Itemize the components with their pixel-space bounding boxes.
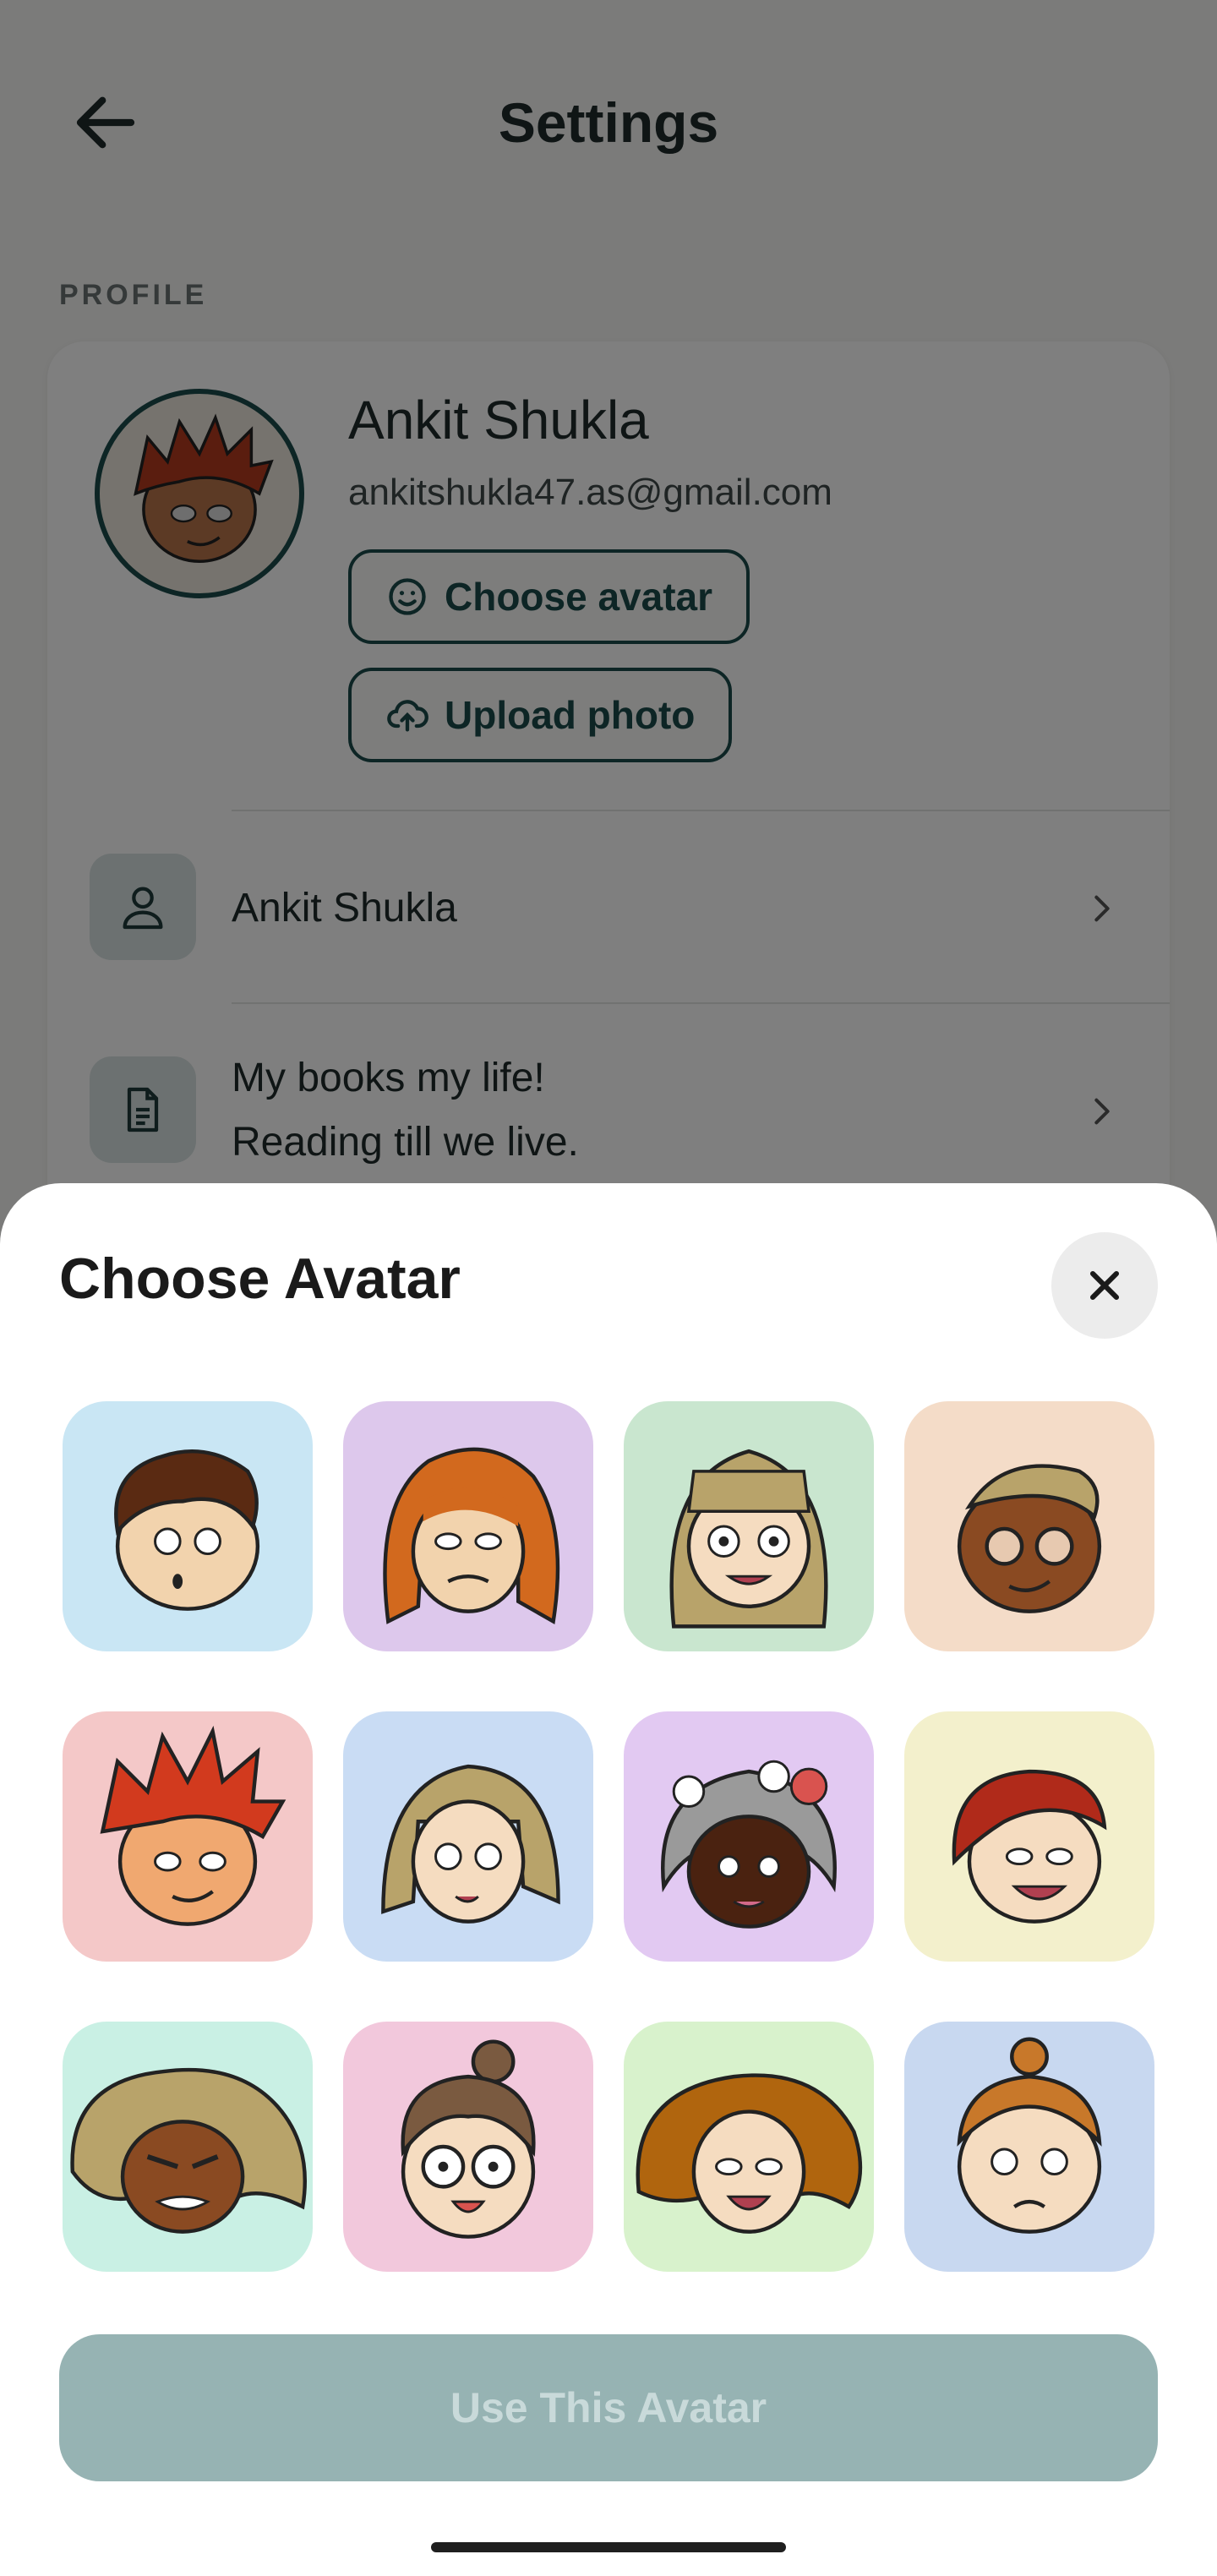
avatar-blonde-bangs-icon	[624, 1401, 874, 1651]
avatar-option[interactable]	[343, 1711, 593, 1962]
avatar-flower-crown-icon	[624, 1711, 874, 1962]
avatar-option[interactable]	[63, 2022, 313, 2272]
close-button[interactable]	[1051, 1232, 1158, 1339]
avatar-option[interactable]	[904, 2022, 1154, 2272]
avatar-option[interactable]	[63, 1401, 313, 1651]
avatar-bob-hair-icon	[343, 1711, 593, 1962]
avatar-option[interactable]	[624, 1401, 874, 1651]
avatar-option[interactable]	[343, 1401, 593, 1651]
avatar-auburn-curly-icon	[624, 2022, 874, 2272]
avatar-brown-hair-icon	[63, 1401, 313, 1651]
use-this-avatar-button[interactable]: Use This Avatar	[59, 2334, 1158, 2481]
sheet-title: Choose Avatar	[59, 1247, 461, 1311]
avatar-option[interactable]	[904, 1711, 1154, 1962]
avatar-option[interactable]	[343, 2022, 593, 2272]
close-icon	[1089, 1270, 1120, 1301]
avatar-ginger-bun-icon	[904, 2022, 1154, 2272]
avatar-glasses-icon	[904, 1401, 1154, 1651]
avatar-option[interactable]	[63, 1711, 313, 1962]
home-indicator	[431, 2542, 786, 2552]
avatar-bun-glasses-icon	[343, 2022, 593, 2272]
avatar-red-spiky-icon	[63, 1711, 313, 1962]
avatar-red-sidepart-icon	[904, 1711, 1154, 1962]
avatar-option[interactable]	[624, 2022, 874, 2272]
avatar-orange-hair-icon	[343, 1401, 593, 1651]
avatar-option[interactable]	[624, 1711, 874, 1962]
avatar-curly-blonde-icon	[63, 2022, 313, 2272]
avatar-option[interactable]	[904, 1401, 1154, 1651]
